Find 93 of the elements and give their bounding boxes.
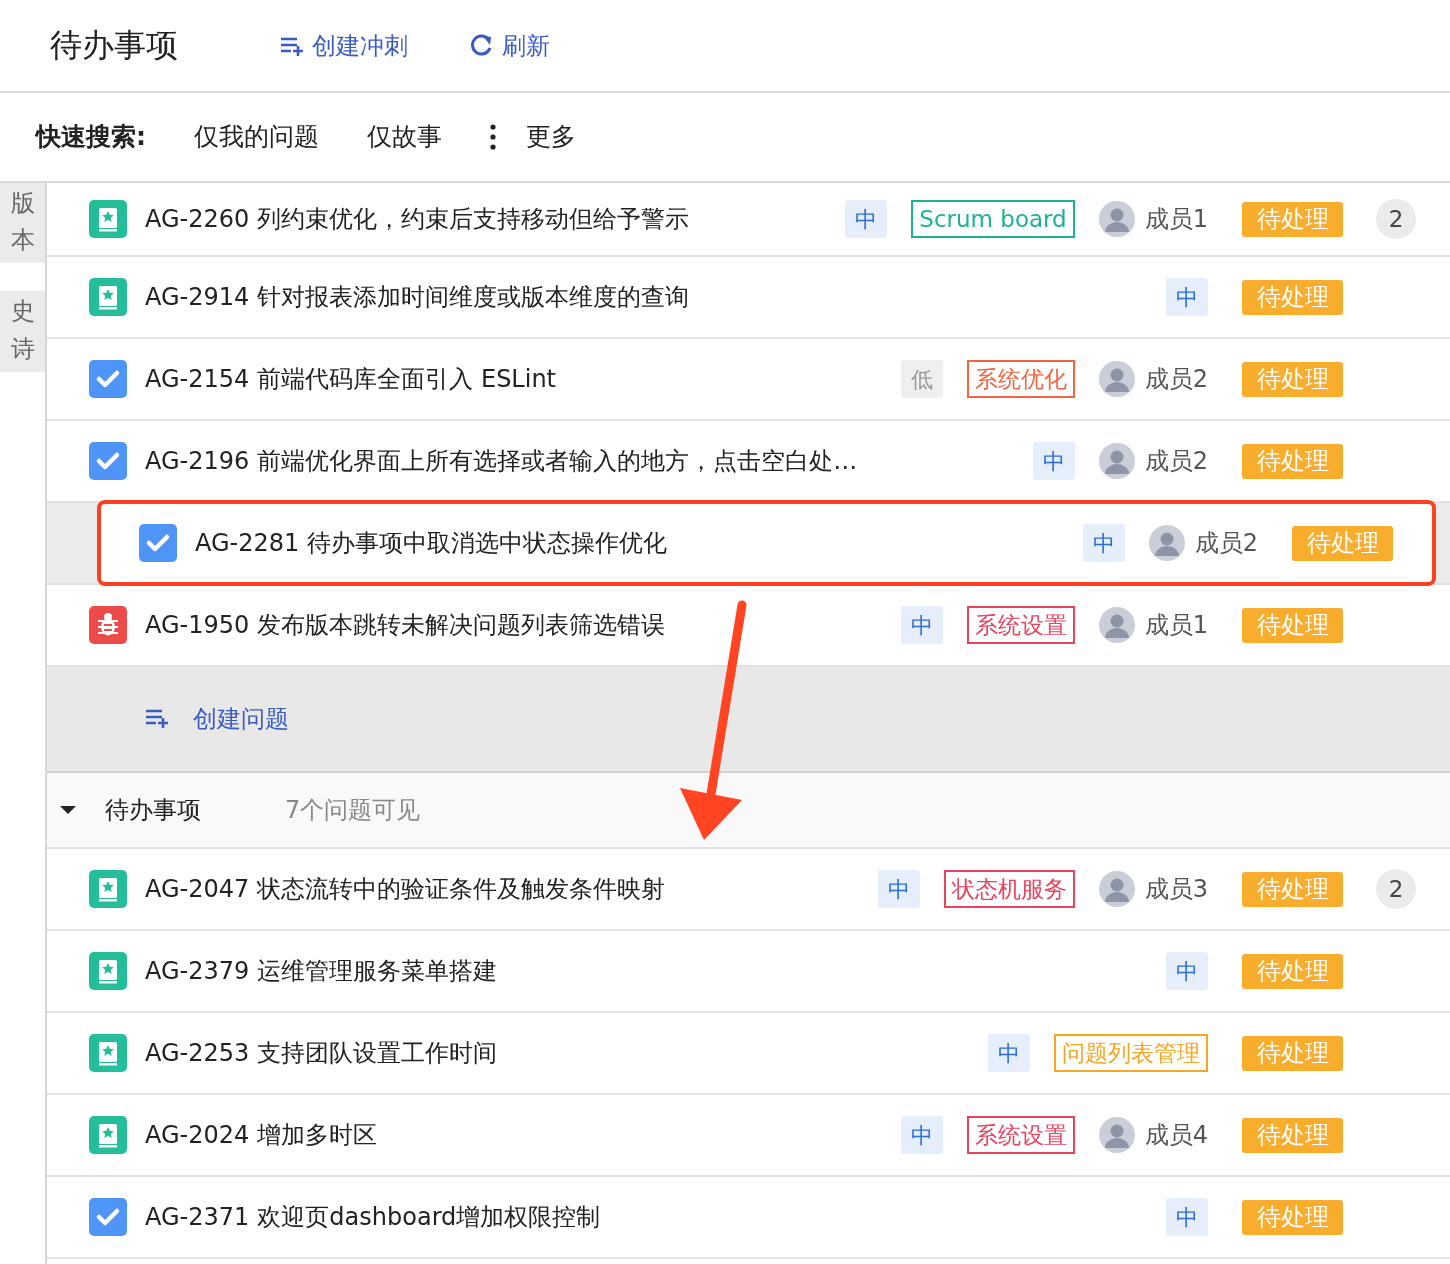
checkmark-icon [89, 442, 127, 480]
issue-key: AG-2047 [145, 871, 250, 907]
issue-summary: 增加多时区 [257, 1120, 378, 1151]
comment-count: 2 [1376, 199, 1416, 239]
create-issue-button[interactable]: 创建问题 [145, 701, 289, 737]
avatar [1098, 1117, 1135, 1153]
bug-icon [89, 606, 127, 644]
issue-key: AG-2024 [145, 1117, 250, 1153]
issue-summary: 发布版本跳转未解决问题列表筛选错误 [257, 610, 666, 641]
label-tag: 问题列表管理 [1054, 1034, 1208, 1072]
priority-tag: 中 [900, 606, 943, 644]
status-tag: 待处理 [1242, 953, 1343, 989]
more-button[interactable]: 更多 [490, 118, 576, 156]
assignee-name: 成员3 [1144, 874, 1208, 905]
priority-tag: 低 [900, 360, 943, 398]
issue-key: AG-2371 [145, 1199, 250, 1235]
label-tag: 状态机服务 [943, 870, 1075, 908]
caret-icon[interactable] [59, 805, 77, 815]
priority-tag: 中 [845, 200, 888, 238]
issue-key: AG-2260 [145, 201, 250, 237]
issue-summary: 前端优化界面上所有选择或者输入的地方，点击空白处… [257, 446, 858, 477]
status-tag: 待处理 [1242, 443, 1343, 479]
issue-key: AG-2914 [145, 279, 250, 315]
issue-summary: 状态流转中的验证条件及触发条件映射 [257, 874, 666, 905]
issue-summary: 针对报表添加时间维度或版本维度的查询 [257, 282, 690, 313]
label-tag: 系统设置 [966, 1116, 1075, 1154]
side-tab[interactable]: 版本 [0, 183, 45, 264]
assignee-name: 成员1 [1144, 204, 1208, 235]
status-tag: 待处理 [1242, 1199, 1343, 1235]
section-title: 待办事项 [105, 795, 202, 826]
assignee-name: 成员2 [1194, 528, 1258, 559]
page-title: 待办事项 [50, 26, 179, 65]
avatar [1098, 871, 1135, 907]
status-tag: 待处理 [1242, 361, 1343, 397]
story-icon [89, 952, 127, 990]
issue-summary: 运维管理服务菜单搭建 [257, 956, 498, 987]
issue-key: AG-2196 [145, 443, 250, 479]
status-tag: 待处理 [1242, 607, 1343, 643]
avatar [1148, 525, 1185, 561]
side-tab[interactable]: 史诗 [0, 291, 45, 372]
status-tag: 待处理 [1242, 201, 1343, 237]
avatar [1098, 607, 1135, 643]
filter-button[interactable]: 仅我的问题 [194, 118, 319, 156]
status-tag: 待处理 [1242, 1117, 1343, 1153]
checkmark-icon [89, 360, 127, 398]
story-icon [89, 870, 127, 908]
issue-count: 7个问题可见 [285, 795, 421, 826]
issue-key: AG-1950 [145, 607, 250, 643]
label-tag: 系统设置 [966, 606, 1075, 644]
comment-count: 2 [1376, 869, 1416, 909]
issue-key: AG-2379 [145, 953, 250, 989]
priority-tag: 中 [1166, 1198, 1208, 1236]
assignee-name: 成员2 [1144, 446, 1208, 477]
story-icon [89, 1034, 127, 1072]
filter-button[interactable]: 仅故事 [367, 118, 442, 156]
assignee-name: 成员2 [1144, 364, 1208, 395]
status-tag: 待处理 [1292, 525, 1393, 561]
issue-row[interactable]: AG-2281 待办事项中取消选中状态操作优化 中 成员2 待处理 [97, 500, 1436, 586]
checkmark-icon [139, 524, 177, 562]
avatar [1098, 201, 1135, 237]
priority-tag: 中 [1166, 952, 1208, 990]
issue-summary: 欢迎页dashboard增加权限控制 [257, 1202, 601, 1233]
label-tag: Scrum board [911, 200, 1075, 238]
avatar [1098, 361, 1135, 397]
issue-summary: 支持团队设置工作时间 [257, 1038, 498, 1069]
more-vertical-icon [490, 124, 496, 150]
issue-summary: 待办事项中取消选中状态操作优化 [307, 528, 668, 559]
story-icon [89, 200, 127, 238]
refresh-icon [470, 33, 494, 58]
issue-summary: 前端代码库全面引入 ESLint [257, 364, 557, 395]
status-tag: 待处理 [1242, 871, 1343, 907]
story-icon [89, 1116, 127, 1154]
issue-summary: 列约束优化，约束后支持移动但给予警示 [257, 204, 690, 235]
assignee-name: 成员1 [1144, 610, 1208, 641]
action-button[interactable]: 刷新 [470, 27, 550, 64]
story-icon [89, 278, 127, 316]
quick-search-label: 快速搜索: [36, 121, 146, 154]
avatar [1098, 443, 1135, 479]
issue-key: AG-2281 [195, 525, 300, 561]
status-tag: 待处理 [1242, 279, 1343, 315]
issue-key: AG-2253 [145, 1035, 250, 1071]
issue-key: AG-2154 [145, 361, 250, 397]
priority-tag: 中 [1032, 442, 1075, 480]
priority-tag: 中 [877, 870, 920, 908]
status-tag: 待处理 [1242, 1035, 1343, 1071]
priority-tag: 中 [988, 1034, 1030, 1072]
priority-tag: 中 [900, 1116, 943, 1154]
action-button[interactable]: 创建冲刺 [280, 27, 408, 64]
label-tag: 系统优化 [966, 360, 1075, 398]
checkmark-icon [89, 1198, 127, 1236]
assignee-name: 成员4 [1144, 1120, 1208, 1151]
priority-tag: 中 [1166, 278, 1208, 316]
priority-tag: 中 [1082, 524, 1125, 562]
